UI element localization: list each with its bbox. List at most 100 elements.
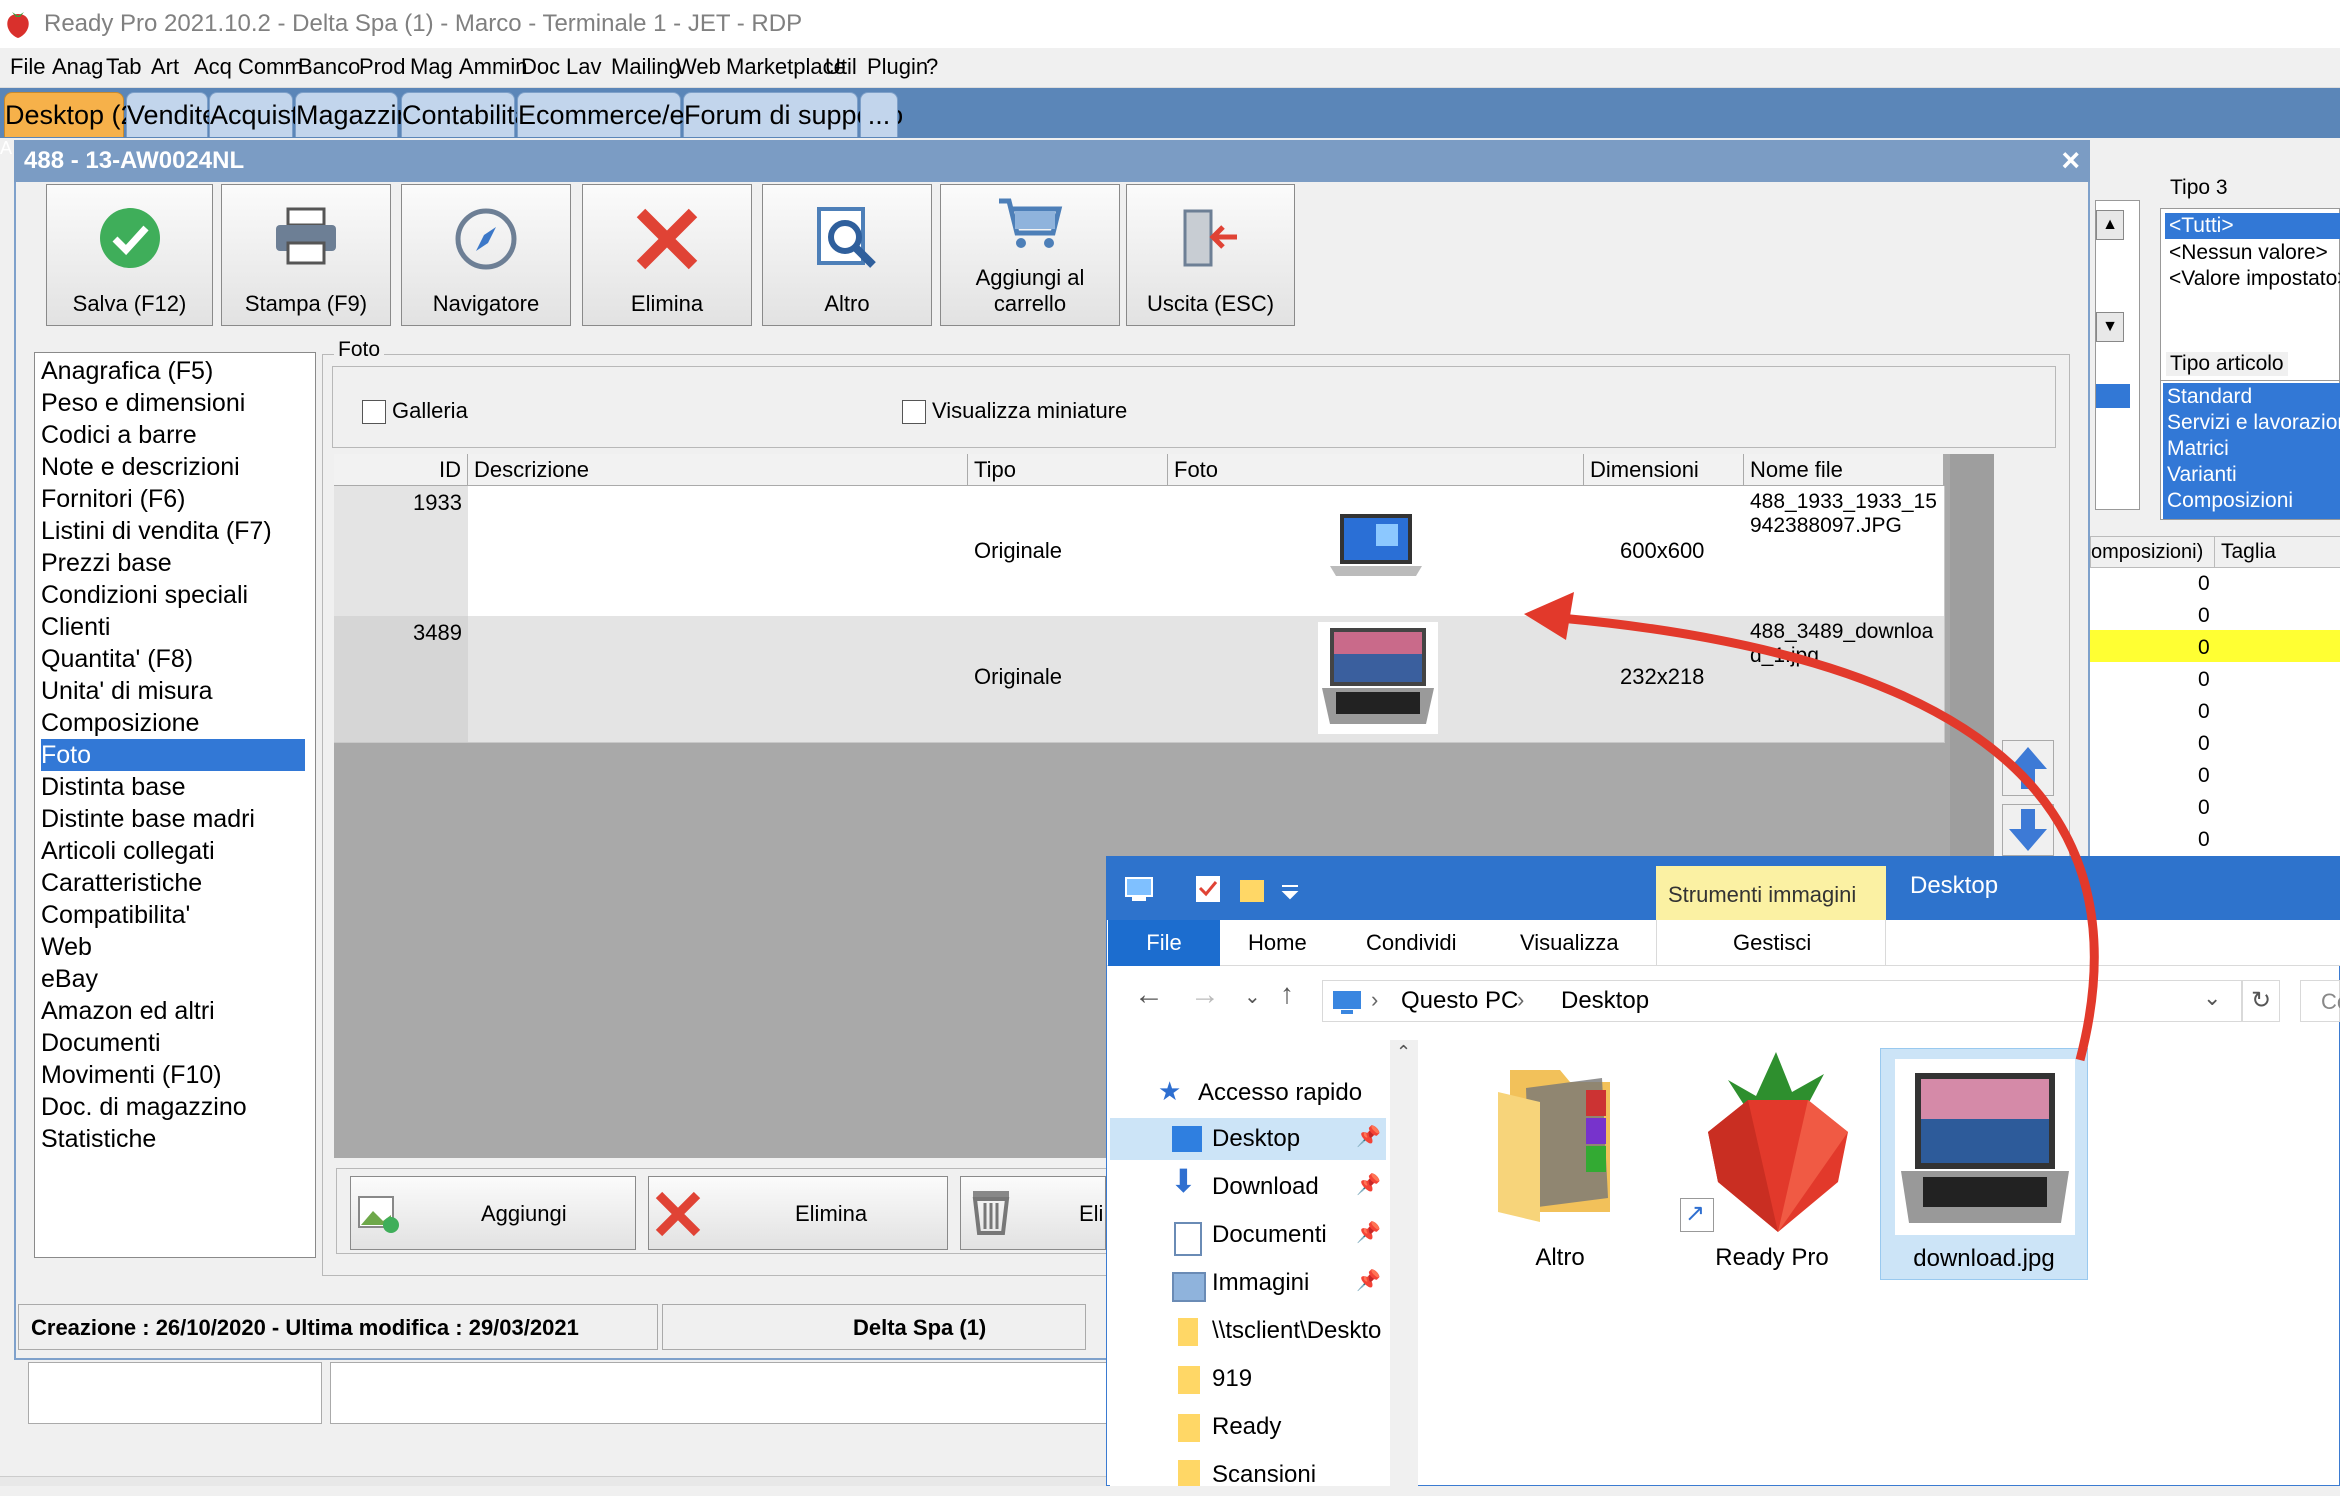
nav-item[interactable]: Compatibilita' <box>41 899 305 931</box>
menu-anag[interactable]: Anag <box>52 54 103 80</box>
tipo3-option-nessun[interactable]: <Nessun valore> <box>2169 241 2328 265</box>
menu-web[interactable]: Web <box>676 54 721 80</box>
nav-item[interactable]: Composizione <box>41 707 305 739</box>
menu-mag[interactable]: Mag <box>410 54 453 80</box>
column-header-descrizione[interactable]: Descrizione <box>468 454 968 486</box>
article-section-list[interactable]: Anagrafica (F5) Peso e dimensioni Codici… <box>34 352 316 1258</box>
close-icon[interactable]: × <box>2061 142 2080 179</box>
column-header-tipo[interactable]: Tipo <box>968 454 1168 486</box>
menu-util[interactable]: Util <box>825 54 857 80</box>
sidebar-item-immagini[interactable]: Immagini <box>1212 1262 1309 1304</box>
nav-item[interactable]: Distinte base madri <box>41 803 305 835</box>
menu-file[interactable]: File <box>10 54 45 80</box>
scroll-down-icon[interactable]: ▼ <box>2096 312 2124 342</box>
delete-photo-button[interactable]: Elimina <box>648 1176 948 1250</box>
pin-icon[interactable]: 📌 <box>1356 1268 1381 1293</box>
column-header-id[interactable]: ID <box>334 454 468 486</box>
nav-item[interactable]: Distinta base <box>41 771 305 803</box>
sidebar-item-download[interactable]: Download <box>1212 1166 1319 1208</box>
background-column-taglia[interactable]: Taglia <box>2214 536 2340 568</box>
pin-icon[interactable]: 📌 <box>1356 1172 1381 1197</box>
tab-contabilita[interactable]: Contabilita' <box>401 92 535 137</box>
more-button[interactable]: Altro <box>762 184 932 326</box>
recent-locations-chevron-icon[interactable]: ⌄ <box>1244 984 1261 1009</box>
nav-item[interactable]: Peso e dimensioni <box>41 387 305 419</box>
sidebar-item-documenti[interactable]: Documenti <box>1212 1214 1327 1256</box>
tipo-articolo-servizi[interactable]: Servizi e lavorazioni <box>2167 411 2340 435</box>
pin-icon[interactable]: 📌 <box>1356 1124 1381 1149</box>
nav-item[interactable]: Codici a barre <box>41 419 305 451</box>
forward-arrow-icon[interactable]: → <box>1190 978 1220 1012</box>
background-field-1[interactable] <box>28 1362 322 1424</box>
column-header-dimensioni[interactable]: Dimensioni <box>1584 454 1744 486</box>
scroll-up-chevron-icon[interactable]: ⌃ <box>1396 1042 1411 1063</box>
column-header-foto[interactable]: Foto <box>1168 454 1584 486</box>
tab-vendite[interactable]: Vendite <box>126 92 217 137</box>
galleria-checkbox[interactable] <box>362 400 386 424</box>
add-to-cart-button[interactable]: Aggiungi al carrello <box>940 184 1120 326</box>
ribbon-tab-home[interactable]: Home <box>1248 920 1307 966</box>
quick-access-dropdown-icon[interactable] <box>1280 882 1300 900</box>
new-folder-icon[interactable] <box>1238 874 1266 904</box>
nav-item[interactable]: Quantita' (F8) <box>41 643 305 675</box>
ribbon-tab-file[interactable]: File <box>1108 920 1220 966</box>
nav-item[interactable]: Prezzi base <box>41 547 305 579</box>
menu-help[interactable]: ? <box>926 54 938 80</box>
nav-item[interactable]: Condizioni speciali <box>41 579 305 611</box>
sidebar-item-scansioni[interactable]: Scansioni <box>1212 1454 1316 1496</box>
nav-item[interactable]: Listini di vendita (F7) <box>41 515 305 547</box>
nav-item[interactable]: Doc. di magazzino <box>41 1091 305 1123</box>
tipo-articolo-standard[interactable]: Standard <box>2167 385 2252 409</box>
add-photo-button[interactable]: Aggiungi <box>350 1176 636 1250</box>
tipo-articolo-composizioni[interactable]: Composizioni <box>2167 489 2293 513</box>
menu-acq[interactable]: Acq <box>194 54 232 80</box>
menu-lav[interactable]: Lav <box>566 54 601 80</box>
nav-item[interactable]: Unita' di misura <box>41 675 305 707</box>
nav-item[interactable]: Statistiche <box>41 1123 305 1155</box>
file-item-ready-pro[interactable]: ↗ Ready Pro <box>1680 1052 1864 1282</box>
cell-tipo[interactable]: Originale <box>968 616 1169 743</box>
miniature-checkbox[interactable] <box>902 400 926 424</box>
ribbon-tab-condividi[interactable]: Condividi <box>1366 920 1457 966</box>
delete-button[interactable]: Elimina <box>582 184 752 326</box>
sidebar-item-ready[interactable]: Ready <box>1212 1406 1281 1448</box>
pin-icon[interactable]: 📌 <box>1356 1220 1381 1245</box>
refresh-icon[interactable]: ↻ <box>2242 980 2280 1022</box>
nav-item-selected[interactable]: Foto <box>41 739 305 771</box>
nav-item[interactable]: Articoli collegati <box>41 835 305 867</box>
navigator-button[interactable]: Navigatore <box>401 184 571 326</box>
tab-ecommerce[interactable]: Ecommerce/eBay <box>517 92 731 137</box>
menu-art[interactable]: Art <box>151 54 179 80</box>
print-button[interactable]: Stampa (F9) <box>221 184 391 326</box>
nav-item[interactable]: Documenti <box>41 1027 305 1059</box>
tipo-articolo-matrici[interactable]: Matrici <box>2167 437 2229 461</box>
sidebar-item-919[interactable]: 919 <box>1212 1358 1252 1400</box>
properties-check-icon[interactable] <box>1194 874 1222 904</box>
tab-more[interactable]: ... <box>860 92 898 137</box>
sidebar-item-tsclient[interactable]: \\tsclient\Deskto <box>1212 1310 1388 1352</box>
tipo3-option-tutti[interactable]: <Tutti> <box>2165 213 2340 239</box>
navigation-pane-scrollbar[interactable]: ⌃ <box>1390 1040 1418 1486</box>
menu-banco[interactable]: Banco <box>298 54 360 80</box>
nav-item[interactable]: Anagrafica (F5) <box>41 355 305 387</box>
menu-doc[interactable]: Doc <box>521 54 560 80</box>
nav-item[interactable]: Amazon ed altri <box>41 995 305 1027</box>
tab-acquisti[interactable]: Acquisti <box>209 92 305 137</box>
nav-item[interactable]: Web <box>41 931 305 963</box>
tab-desktop[interactable]: Desktop (2) <box>4 92 145 137</box>
address-dropdown-icon[interactable]: ⌄ <box>2203 985 2221 1011</box>
tab-magazzino[interactable]: Magazzino <box>295 92 427 137</box>
tipo-articolo-varianti[interactable]: Varianti <box>2167 463 2237 487</box>
nav-item[interactable]: eBay <box>41 963 305 995</box>
background-column-header[interactable]: omposizioni) <box>2090 536 2216 568</box>
table-row[interactable]: 1933 <box>334 486 469 617</box>
back-arrow-icon[interactable]: ← <box>1134 978 1164 1012</box>
menu-plugin[interactable]: Plugin <box>867 54 928 80</box>
menu-tab[interactable]: Tab <box>106 54 141 80</box>
delete-all-button[interactable]: Eli <box>960 1176 1106 1250</box>
menu-prod[interactable]: Prod <box>359 54 405 80</box>
background-field-2[interactable] <box>330 1362 1120 1424</box>
sidebar-item-accesso-rapido[interactable]: Accesso rapido <box>1198 1072 1362 1114</box>
cell-descrizione[interactable] <box>468 616 969 743</box>
tipo3-option-impostato[interactable]: <Valore impostato> <box>2169 267 2340 291</box>
